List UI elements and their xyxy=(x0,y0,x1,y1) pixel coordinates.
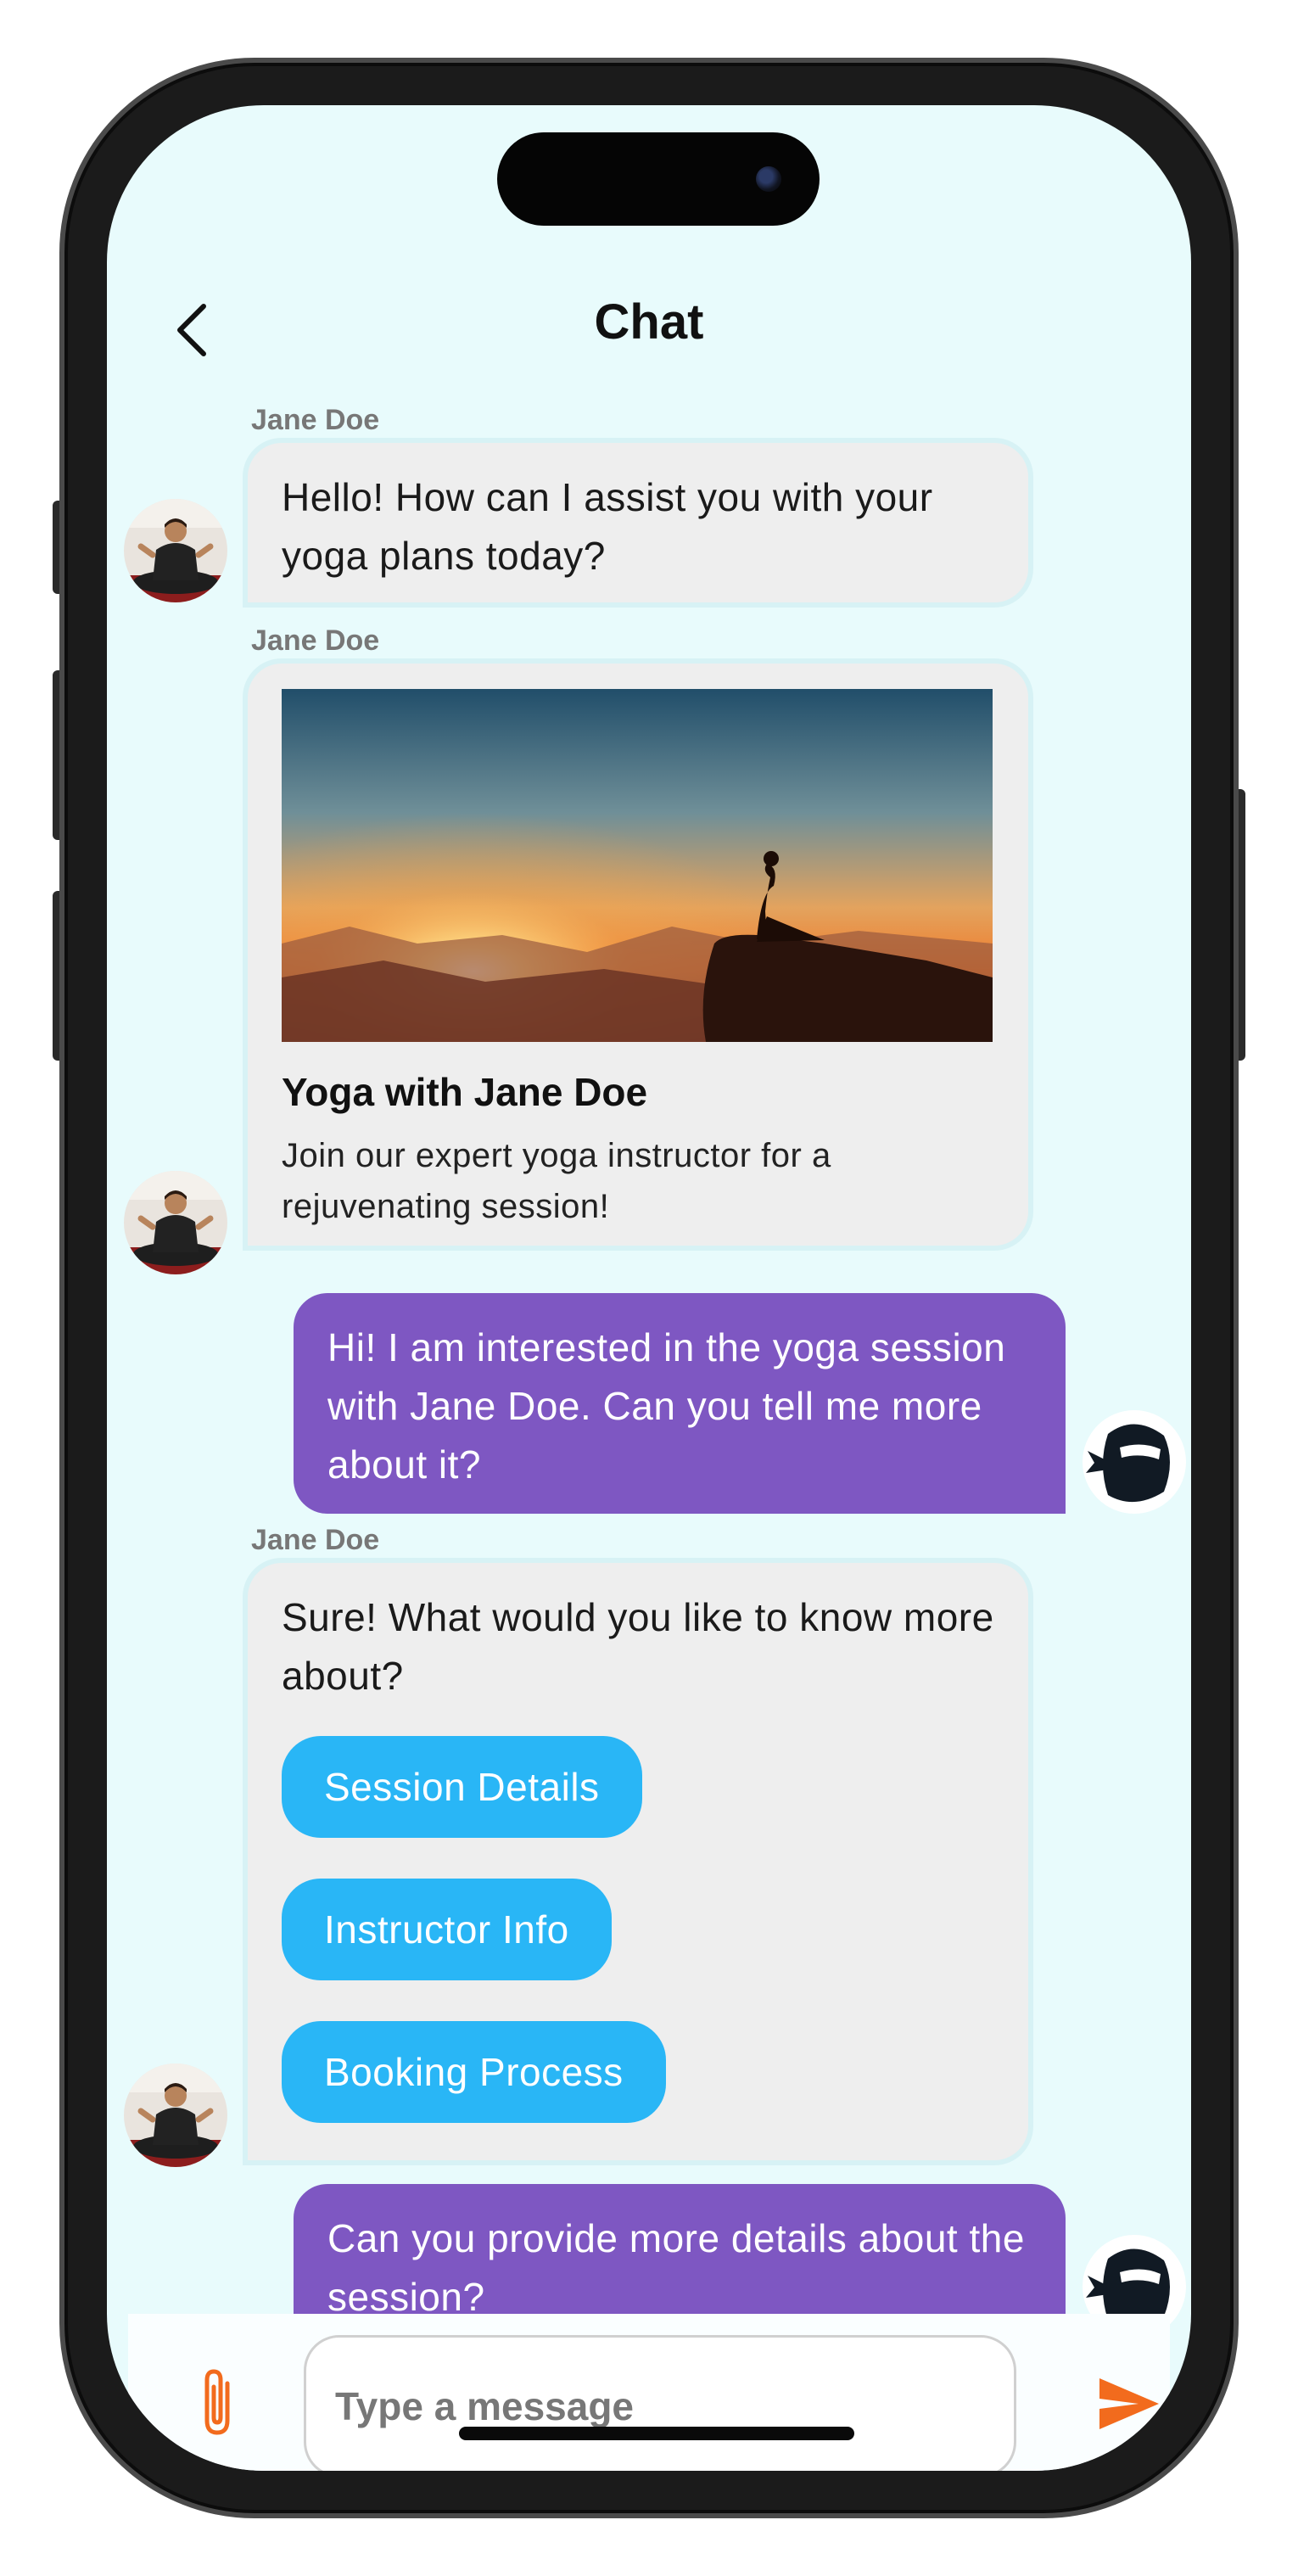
yoga-card-image xyxy=(282,689,993,1042)
message-text: Hi! I am interested in the yoga session … xyxy=(327,1325,1006,1487)
user-avatar xyxy=(1083,1410,1186,1514)
phone-frame: Chat Jane Doe Hello! How can I assist yo… xyxy=(59,58,1239,2518)
option-booking-process-button[interactable]: Booking Process xyxy=(282,2021,666,2123)
ninja-icon xyxy=(1083,1410,1186,1514)
sender-name: Jane Doe xyxy=(251,404,380,436)
sender-name: Jane Doe xyxy=(251,624,380,657)
outgoing-message: Hi! I am interested in the yoga session … xyxy=(294,1293,1066,1514)
agent-avatar xyxy=(124,499,227,602)
option-session-details-button[interactable]: Session Details xyxy=(282,1736,642,1838)
message-composer xyxy=(128,2314,1170,2471)
send-button[interactable] xyxy=(1091,2366,1166,2441)
message-input[interactable] xyxy=(304,2335,1016,2471)
message-text: Hello! How can I assist you with your yo… xyxy=(282,475,933,578)
front-camera xyxy=(756,166,781,192)
chat-screen: Chat Jane Doe Hello! How can I assist yo… xyxy=(107,105,1191,2471)
card-description: Join our expert yoga instructor for a re… xyxy=(282,1137,831,1225)
home-indicator xyxy=(459,2427,854,2440)
page-title: Chat xyxy=(594,294,704,350)
incoming-options-message: Sure! What would you like to know more a… xyxy=(248,1563,1028,2160)
paperclip-icon xyxy=(204,2369,230,2435)
message-text: Sure! What would you like to know more a… xyxy=(282,1595,994,1698)
incoming-card-message: Yoga with Jane Doe Join our expert yoga … xyxy=(248,664,1028,1246)
incoming-message: Hello! How can I assist you with your yo… xyxy=(248,443,1028,602)
option-instructor-info-button[interactable]: Instructor Info xyxy=(282,1879,612,1980)
message-text: Can you provide more details about the s… xyxy=(327,2216,1025,2319)
agent-avatar xyxy=(124,2064,227,2167)
send-icon xyxy=(1099,2378,1159,2429)
attach-button[interactable] xyxy=(183,2365,251,2441)
sender-name: Jane Doe xyxy=(251,1524,380,1556)
card-title: Yoga with Jane Doe xyxy=(282,1070,648,1114)
agent-avatar xyxy=(124,1171,227,1274)
